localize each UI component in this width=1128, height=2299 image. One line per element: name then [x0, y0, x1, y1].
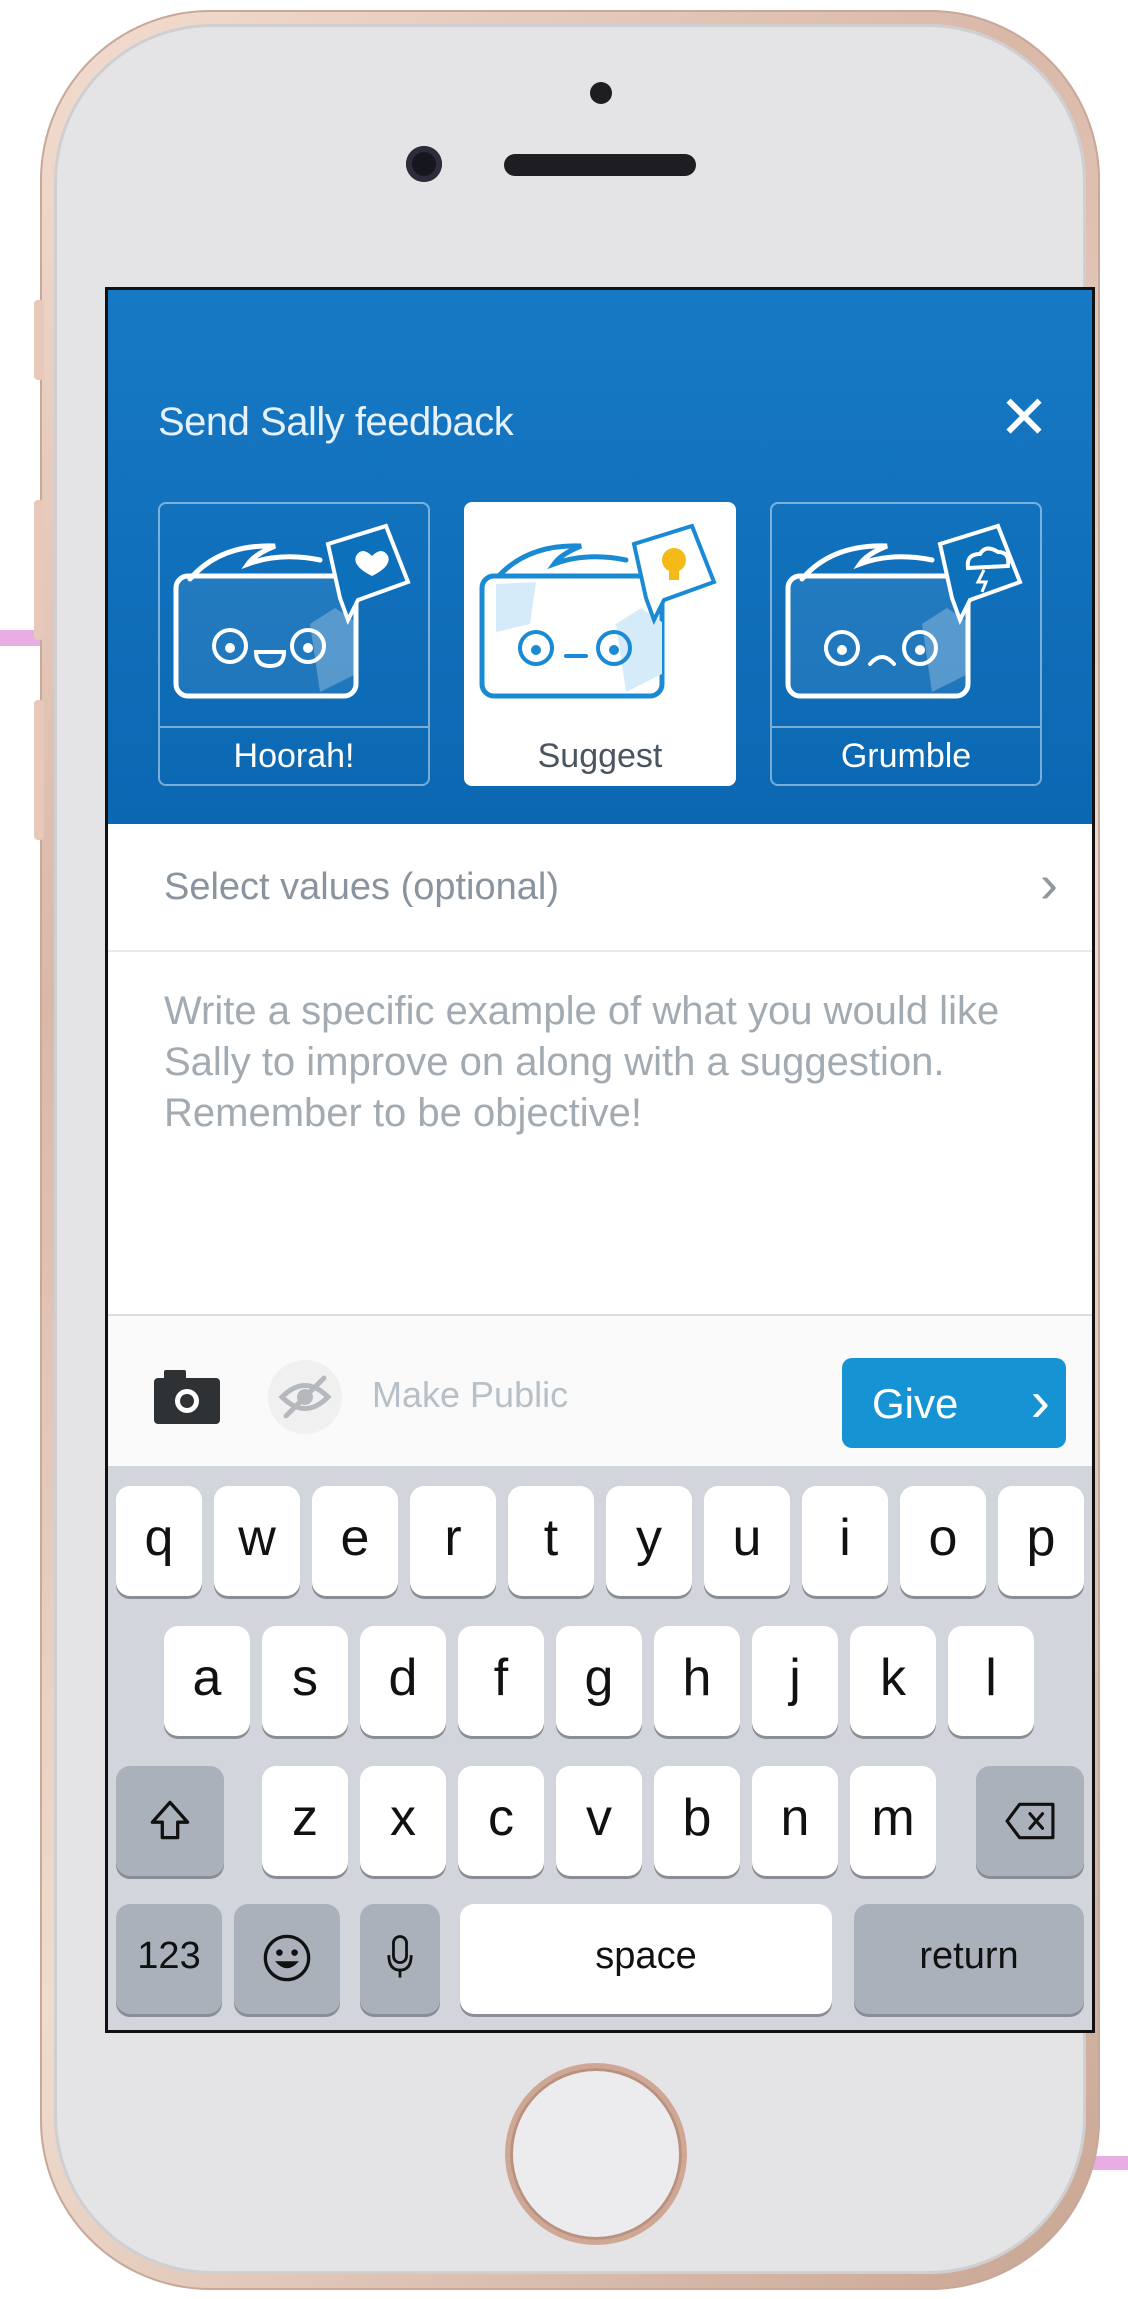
- emoji-smiley-icon: [263, 1934, 311, 1982]
- key-d[interactable]: d: [360, 1626, 446, 1736]
- shift-key[interactable]: [116, 1766, 224, 1876]
- feedback-toolbar: Make Public Give ›: [108, 1316, 1092, 1466]
- select-values-label: Select values (optional): [164, 866, 559, 908]
- volume-up-button: [34, 500, 44, 640]
- feedback-type-label: Suggest: [537, 737, 663, 775]
- make-public-label[interactable]: Make Public: [372, 1374, 568, 1416]
- delete-key[interactable]: [976, 1766, 1084, 1876]
- key-m[interactable]: m: [850, 1766, 936, 1876]
- chevron-right-icon: ›: [1030, 1369, 1050, 1434]
- feedback-message-input[interactable]: Write a specific example of what you wou…: [164, 986, 1044, 1139]
- key-z[interactable]: z: [262, 1766, 348, 1876]
- give-button[interactable]: Give ›: [842, 1358, 1066, 1448]
- key-q[interactable]: q: [116, 1486, 202, 1596]
- onscreen-keyboard: q w e r t y u i o p a s d f g h j k l z …: [108, 1466, 1092, 2030]
- key-u[interactable]: u: [704, 1486, 790, 1596]
- volume-down-button: [34, 700, 44, 840]
- give-button-label: Give: [872, 1380, 959, 1427]
- feedback-type-grumble[interactable]: Grumble: [770, 502, 1042, 786]
- return-key[interactable]: return: [854, 1904, 1084, 2014]
- key-f[interactable]: f: [458, 1626, 544, 1736]
- home-button[interactable]: [510, 2068, 682, 2240]
- key-p[interactable]: p: [998, 1486, 1084, 1596]
- proximity-sensor: [590, 82, 612, 104]
- front-camera: [406, 146, 442, 182]
- key-k[interactable]: k: [850, 1626, 936, 1736]
- emoji-key[interactable]: [234, 1904, 340, 2014]
- key-v[interactable]: v: [556, 1766, 642, 1876]
- grumble-mascot-icon: [785, 523, 1023, 699]
- key-e[interactable]: e: [312, 1486, 398, 1596]
- close-icon[interactable]: ✕: [996, 388, 1052, 448]
- key-g[interactable]: g: [556, 1626, 642, 1736]
- feedback-type-label: Hoorah!: [160, 726, 428, 784]
- camera-icon[interactable]: [154, 1370, 220, 1424]
- key-x[interactable]: x: [360, 1766, 446, 1876]
- hoorah-mascot-icon: [173, 523, 411, 699]
- key-y[interactable]: y: [606, 1486, 692, 1596]
- mute-switch: [34, 300, 44, 380]
- key-t[interactable]: t: [508, 1486, 594, 1596]
- feedback-type-label: Grumble: [772, 726, 1040, 784]
- key-s[interactable]: s: [262, 1626, 348, 1736]
- page-title: Send Sally feedback: [158, 400, 514, 444]
- feedback-header: Send Sally feedback ✕ Hoorah! Suggest Gr…: [108, 290, 1092, 824]
- space-key[interactable]: space: [460, 1904, 832, 2014]
- microphone-icon: [387, 1935, 413, 1978]
- select-values-row[interactable]: Select values (optional) ›: [108, 824, 1092, 952]
- backspace-icon: [1005, 1802, 1055, 1840]
- key-h[interactable]: h: [654, 1626, 740, 1736]
- key-i[interactable]: i: [802, 1486, 888, 1596]
- key-j[interactable]: j: [752, 1626, 838, 1736]
- suggest-mascot-icon: [479, 523, 717, 699]
- key-n[interactable]: n: [752, 1766, 838, 1876]
- shift-arrow-icon: [150, 1800, 190, 1840]
- key-o[interactable]: o: [900, 1486, 986, 1596]
- eye-off-icon[interactable]: [268, 1360, 342, 1434]
- key-b[interactable]: b: [654, 1766, 740, 1876]
- key-w[interactable]: w: [214, 1486, 300, 1596]
- key-l[interactable]: l: [948, 1626, 1034, 1736]
- numbers-key[interactable]: 123: [116, 1904, 222, 2014]
- feedback-type-suggest[interactable]: Suggest: [464, 502, 736, 786]
- app-screen: Send Sally feedback ✕ Hoorah! Suggest Gr…: [105, 287, 1095, 2033]
- key-a[interactable]: a: [164, 1626, 250, 1736]
- earpiece-speaker: [504, 154, 696, 176]
- chevron-right-icon: ›: [1040, 854, 1058, 914]
- dictation-key[interactable]: [360, 1904, 440, 2014]
- feedback-type-hoorah[interactable]: Hoorah!: [158, 502, 430, 786]
- key-c[interactable]: c: [458, 1766, 544, 1876]
- key-r[interactable]: r: [410, 1486, 496, 1596]
